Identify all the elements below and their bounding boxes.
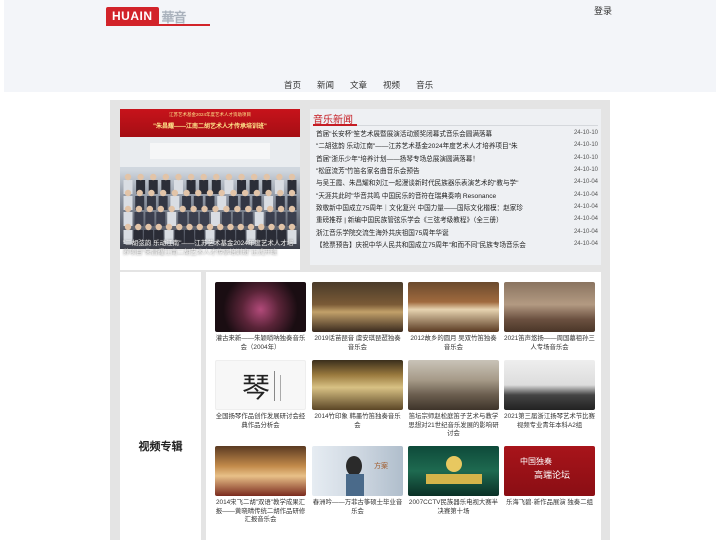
nav-articles[interactable]: 文章	[350, 79, 367, 91]
video-thumbnail	[312, 360, 403, 410]
news-item-date: 24-10-10	[573, 167, 598, 174]
logo-text: HUAIN	[106, 7, 159, 25]
news-item-title: 浙江音乐学院交流生海外共庆祖国75周年华诞	[316, 229, 449, 237]
news-item[interactable]: 首届"浙乐少年"培养计划——扬琴专场总展演圆满落幕！ 24-10-10	[316, 152, 598, 164]
news-item-title: 与吴王霞、朱昌耀和刘江一起漫谈新时代民族器乐表演艺术的"教与学"	[316, 180, 519, 188]
news-item-title: 致敬新中国成立75周年｜文化复兴 中国力量——国际文化楷模：赵家珍	[316, 204, 523, 212]
news-list: 首届"长安杯"笙艺术展暨展演活动颁奖闭幕式音乐会圆满落幕 24-10-10 "二胡…	[316, 127, 598, 250]
video-thumbnail	[215, 282, 306, 332]
site-logo[interactable]: HUAIN 華音	[106, 7, 187, 25]
video-card[interactable]: 2014竹印象 韩墨竹笛独奏音乐会	[312, 360, 403, 430]
news-item-date: 24-10-04	[573, 228, 598, 235]
video-caption: 2014竹印象 韩墨竹笛独奏音乐会	[314, 413, 401, 429]
video-caption: 2007CCTV民族器乐电视大赛半决赛第十场	[408, 499, 499, 515]
video-thumbnail	[215, 446, 306, 496]
svg-text:方案: 方案	[374, 461, 388, 470]
carousel-caption: "二胡弦韵 乐动江南"——江苏艺术基金2024年度艺术人才培养项目"朱昌耀江南二…	[123, 240, 294, 256]
carousel-banner: 江苏艺术基金2024年度艺术人才资助项目 "朱昌耀——江南二胡艺术人才传承培训班…	[120, 109, 300, 137]
video-card[interactable]: 2021第三届浙江扬琴艺术节比赛视频专业青年本科A2组	[504, 360, 595, 430]
news-item-title: 重磅推荐 | 新编中国民族管弦乐学会《三弦考级教程》（全三册）	[316, 217, 503, 225]
news-item-title: 首届"浙乐少年"培养计划——扬琴专场总展演圆满落幕！	[316, 155, 479, 163]
news-item-date: 24-10-04	[573, 240, 598, 247]
video-card[interactable]: 灌古来新——朱颖唢呐独奏音乐会（2004年）	[215, 282, 306, 352]
svg-text:中国独奏: 中国独奏	[520, 456, 552, 466]
video-thumbnail	[312, 282, 403, 332]
video-thumbnail	[408, 446, 499, 496]
logo-underline	[106, 24, 210, 26]
video-thumbnail	[504, 360, 595, 410]
news-item[interactable]: 与吴王霞、朱昌耀和刘江一起漫谈新时代民族器乐表演艺术的"教与学" 24-10-04	[316, 176, 598, 188]
group-photo	[120, 137, 300, 249]
nav-music[interactable]: 音乐	[416, 79, 433, 91]
video-thumbnail	[504, 282, 595, 332]
svg-text:高端论坛: 高端论坛	[534, 469, 570, 481]
news-item-title: 首届"长安杯"笙艺术展暨展演活动颁奖闭幕式音乐会圆满落幕	[316, 131, 493, 139]
video-card[interactable]: 中国独奏高端论坛 乐海飞碧·新作品展演 独奏二组	[504, 446, 595, 508]
news-item[interactable]: 【抢票预告】庆祝中华人民共和国成立75周年"和而不同"民族专场音乐会 24-10-…	[316, 238, 598, 250]
video-card[interactable]: 方案 春洲吟——万菲古筝硕士毕业音乐会	[312, 446, 403, 516]
video-card[interactable]: 2007CCTV民族器乐电视大赛半决赛第十场	[408, 446, 499, 516]
video-card[interactable]: 2021笛声悠扬——周国墓祖孙三人专场音乐会	[504, 282, 595, 352]
news-item-date: 24-10-04	[573, 216, 598, 223]
nav-news[interactable]: 新闻	[317, 79, 334, 91]
video-caption: 2021笛声悠扬——周国墓祖孙三人专场音乐会	[504, 335, 595, 351]
banner-line-2: "朱昌耀——江南二胡艺术人才传承培训班"	[153, 124, 267, 130]
contest-logo-art	[426, 456, 482, 484]
video-grid: 灌古来新——朱颖唢呐独奏音乐会（2004年） 2019话苗琵音 虞安琪琵琶独奏音…	[206, 272, 601, 540]
video-card[interactable]: 2012故乡的圆月 吴双竹笛独奏音乐会	[408, 282, 499, 352]
news-item[interactable]: "松庭流芳"竹笛名家名曲音乐会预告 24-10-10	[316, 164, 598, 176]
forum-poster-art: 中国独奏高端论坛	[520, 456, 570, 481]
video-card[interactable]: 笛坛宗师赵松庭笛子艺术与教学思想对21世纪音乐发展的影响研讨会	[408, 360, 499, 439]
news-item-title: "天涯共此时"华音共鸣 中国民乐的音符在瑞典奏响 Resonance	[316, 192, 497, 200]
poster-art: 方案	[346, 456, 388, 496]
video-caption: 2019话苗琵音 虞安琪琵琶独奏音乐会	[314, 335, 401, 351]
news-item[interactable]: 首届"长安杯"笙艺术展暨展演活动颁奖闭幕式音乐会圆满落幕 24-10-10	[316, 127, 598, 139]
news-item-date: 24-10-10	[573, 130, 598, 137]
video-card[interactable]: 2019话苗琵音 虞安琪琵琶独奏音乐会	[312, 282, 403, 352]
news-item[interactable]: 致敬新中国成立75周年｜文化复兴 中国力量——国际文化楷模：赵家珍 24-10-0…	[316, 201, 598, 213]
calligraphy-art: 琴	[242, 371, 281, 404]
video-caption: 笛坛宗师赵松庭笛子艺术与教学思想对21世纪音乐发展的影响研讨会	[408, 413, 499, 437]
news-item[interactable]: 浙江音乐学院交流生海外共庆祖国75周年华诞 24-10-04	[316, 225, 598, 237]
news-panel: 音乐新闻 首届"长安杯"笙艺术展暨展演活动颁奖闭幕式音乐会圆满落幕 24-10-1…	[310, 109, 601, 265]
news-item-date: 24-10-10	[573, 142, 598, 149]
nav-video[interactable]: 视频	[383, 79, 400, 91]
news-item-title: "二胡弦韵 乐动江南"——江苏艺术基金2024年度艺术人才培养项目"朱	[316, 143, 518, 151]
news-title-underline	[313, 124, 357, 126]
news-item[interactable]: "天涯共此时"华音共鸣 中国民乐的音符在瑞典奏响 Resonance 24-10-…	[316, 188, 598, 200]
login-link[interactable]: 登录	[594, 4, 612, 17]
video-caption: 2021第三届浙江扬琴艺术节比赛视频专业青年本科A2组	[504, 413, 595, 429]
news-item-title: 【抢票预告】庆祝中华人民共和国成立75周年"和而不同"民族专场音乐会	[316, 241, 526, 249]
news-item-title: "松庭流芳"竹笛名家名曲音乐会预告	[316, 168, 420, 176]
news-item-date: 24-10-10	[573, 154, 598, 161]
video-album-label: 视频专辑	[138, 441, 183, 453]
video-album-sidebar: 视频专辑	[120, 272, 201, 540]
video-caption: 全国扬琴作品创作发展研讨会经典作品分析会	[215, 413, 306, 429]
video-thumbnail: 琴	[215, 360, 306, 410]
news-item-date: 24-10-04	[573, 203, 598, 210]
svg-text:琴: 琴	[242, 371, 270, 404]
news-item-date: 24-10-04	[573, 179, 598, 186]
main-nav: 首页 新闻 文章 视频 音乐	[284, 79, 449, 91]
banner-line-1: 江苏艺术基金2024年度艺术人才资助项目	[168, 112, 251, 117]
video-caption: 2012故乡的圆月 吴双竹笛独奏音乐会	[410, 335, 497, 351]
news-item[interactable]: "二胡弦韵 乐动江南"——江苏艺术基金2024年度艺术人才培养项目"朱 24-10…	[316, 139, 598, 151]
featured-carousel[interactable]: 江苏艺术基金2024年度艺术人才资助项目 "朱昌耀——江南二胡艺术人才传承培训班…	[120, 109, 300, 270]
video-thumbnail: 中国独奏高端论坛	[504, 446, 595, 496]
news-item-date: 24-10-04	[573, 191, 598, 198]
video-thumbnail: 方案	[312, 446, 403, 496]
video-thumbnail	[408, 282, 499, 332]
video-card[interactable]: 2014宋飞二胡"双语"教学成果汇报——黄晓晴传统二胡作品研修汇报音乐会	[215, 446, 306, 525]
video-caption: 灌古来新——朱颖唢呐独奏音乐会（2004年）	[215, 335, 306, 351]
nav-home[interactable]: 首页	[284, 79, 301, 91]
video-caption: 乐海飞碧·新作品展演 独奏二组	[506, 499, 593, 506]
video-thumbnail	[408, 360, 499, 410]
logo-cn-text: 華音	[161, 9, 187, 25]
video-caption: 2014宋飞二胡"双语"教学成果汇报——黄晓晴传统二胡作品研修汇报音乐会	[215, 499, 306, 523]
group-photo-art	[120, 137, 300, 244]
video-caption: 春洲吟——万菲古筝硕士毕业音乐会	[312, 499, 403, 515]
news-item[interactable]: 重磅推荐 | 新编中国民族管弦乐学会《三弦考级教程》（全三册） 24-10-04	[316, 213, 598, 225]
video-card[interactable]: 琴 全国扬琴作品创作发展研讨会经典作品分析会	[215, 360, 306, 430]
